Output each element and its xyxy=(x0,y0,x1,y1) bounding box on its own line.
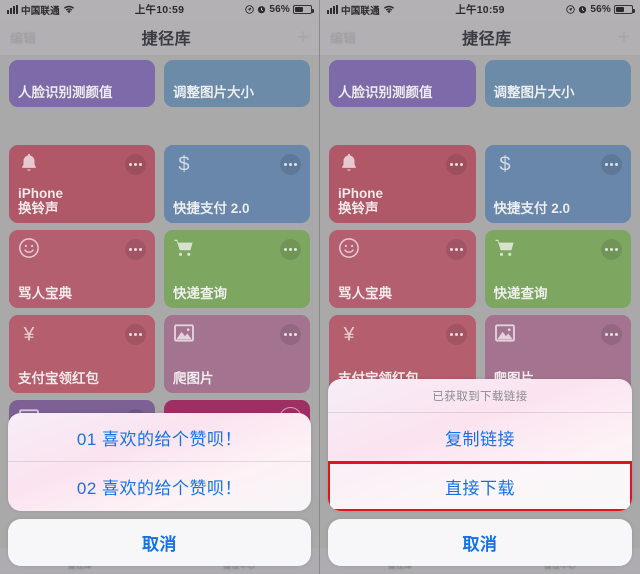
shortcut-card-title: iPhone 换铃声 xyxy=(338,185,384,216)
shortcut-card[interactable]: $ 快捷支付 2.0 xyxy=(484,145,631,223)
card-more-options-icon[interactable] xyxy=(601,239,622,260)
shortcut-card-title: 爬图片 xyxy=(173,370,214,386)
bell-icon xyxy=(18,152,40,174)
yen-icon: ¥ xyxy=(18,322,40,344)
svg-text:$: $ xyxy=(178,153,189,174)
option-label: 01 喜欢的给个赞呗！ xyxy=(76,429,243,449)
nav-bar-right: 编辑 捷径库 + xyxy=(320,19,640,55)
shortcut-card[interactable]: $ 快捷支付 2.0 xyxy=(164,145,310,223)
shortcut-card[interactable]: 调整图片大小 xyxy=(484,60,631,107)
action-sheet-right: 已获取到下载链接 复制链接 直接下载 取消 xyxy=(320,379,640,574)
option-label: 复制链接 xyxy=(445,429,515,449)
dollar-icon: $ xyxy=(173,152,195,174)
shortcut-card-title: 骂人宝典 xyxy=(338,285,392,301)
status-bar-right: 中国联通 上午10:59 56% xyxy=(320,0,640,19)
shortcut-card-title: 支付宝领红包 xyxy=(18,370,99,386)
shortcut-card-title: 调整图片大小 xyxy=(173,84,254,100)
action-sheet-option-copy-link[interactable]: 复制链接 xyxy=(328,413,632,462)
card-more-options-icon[interactable] xyxy=(125,239,146,260)
edit-button[interactable]: 编辑 xyxy=(330,28,356,47)
right-phone-screen: 中国联通 上午10:59 56% 编辑 捷径库 + 人脸识别测颜值 调整图片大小… xyxy=(320,0,640,574)
shortcut-card-title: 快递查询 xyxy=(493,285,548,301)
option-label: 直接下载 xyxy=(445,479,515,498)
battery-icon xyxy=(293,5,314,14)
add-shortcut-icon[interactable]: + xyxy=(297,27,309,48)
svg-text:$: $ xyxy=(499,153,510,174)
page-title: 捷径库 xyxy=(141,31,192,48)
svg-text:¥: ¥ xyxy=(23,324,35,344)
shortcut-card[interactable]: 快递查询 xyxy=(164,230,310,308)
battery-percent-label: 56% xyxy=(269,4,290,15)
cancel-button[interactable]: 取消 xyxy=(8,519,311,566)
battery-percent-label: 56% xyxy=(590,4,611,15)
location-icon xyxy=(566,5,576,14)
card-more-options-icon[interactable] xyxy=(280,324,301,345)
status-bar-left: 中国联通 上午10:59 56% xyxy=(0,0,319,19)
shortcut-card[interactable]: 骂人宝典 xyxy=(329,230,476,308)
card-more-options-icon[interactable] xyxy=(601,324,622,345)
shortcut-card-title: 快捷支付 2.0 xyxy=(173,200,250,216)
smiley-icon xyxy=(18,237,40,259)
alarm-icon xyxy=(257,5,266,14)
shortcut-card[interactable]: ¥ 支付宝领红包 xyxy=(9,315,155,393)
card-more-options-icon[interactable] xyxy=(445,239,467,260)
shortcut-card[interactable]: 快递查询 xyxy=(484,230,631,308)
nav-bar-left: 编辑 捷径库 + xyxy=(0,19,319,55)
option-label: 02 喜欢的给个赞呗！ xyxy=(76,479,243,498)
bell-icon xyxy=(338,152,360,174)
shortcut-card[interactable]: 人脸识别测颜值 xyxy=(9,60,155,107)
location-icon xyxy=(245,5,255,14)
status-bar-right-group: 56% xyxy=(566,4,635,15)
card-more-options-icon[interactable] xyxy=(280,239,301,260)
dollar-icon: $ xyxy=(494,152,516,174)
card-more-options-icon[interactable] xyxy=(445,324,467,345)
shortcut-card-title: 人脸识别测颜值 xyxy=(18,84,113,100)
action-sheet-options-group: 01 喜欢的给个赞呗！ 02 喜欢的给个赞呗！ xyxy=(8,413,311,511)
cart-icon xyxy=(173,237,195,259)
photo-icon xyxy=(494,322,516,344)
alarm-icon xyxy=(578,5,587,14)
page-title: 捷径库 xyxy=(462,31,512,48)
dual-screenshot-comparison: 中国联通 上午10:59 56% 编辑 捷径库 + 人脸识别测颜值 调整图片大小… xyxy=(0,0,640,574)
shortcut-card-title: iPhone 换铃声 xyxy=(18,185,64,216)
status-bar-right-group: 56% xyxy=(245,4,314,15)
card-more-options-icon[interactable] xyxy=(125,154,146,175)
photo-icon xyxy=(173,322,195,344)
action-sheet-title: 已获取到下载链接 xyxy=(328,379,632,413)
action-sheet-options-group: 已获取到下载链接 复制链接 直接下载 xyxy=(328,379,632,511)
shortcut-card[interactable]: iPhone 换铃声 xyxy=(329,145,476,223)
cart-icon xyxy=(494,237,516,259)
action-sheet-option-direct-download[interactable]: 直接下载 xyxy=(328,461,632,511)
yen-icon: ¥ xyxy=(338,322,360,344)
shortcut-card-title: 快递查询 xyxy=(173,285,227,301)
shortcut-card[interactable]: 爬图片 xyxy=(164,315,310,393)
card-more-options-icon[interactable] xyxy=(445,154,467,175)
shortcut-card[interactable]: iPhone 换铃声 xyxy=(9,145,155,223)
shortcut-card[interactable]: 调整图片大小 xyxy=(164,60,310,107)
edit-button[interactable]: 编辑 xyxy=(10,28,36,47)
shortcut-card[interactable]: 骂人宝典 xyxy=(9,230,155,308)
shortcut-card-title: 人脸识别测颜值 xyxy=(338,84,433,100)
shortcut-card-title: 快捷支付 2.0 xyxy=(493,200,571,216)
battery-icon xyxy=(614,5,635,14)
action-sheet-option-02[interactable]: 02 喜欢的给个赞呗！ xyxy=(8,462,311,511)
add-shortcut-icon[interactable]: + xyxy=(618,27,630,48)
svg-text:¥: ¥ xyxy=(343,324,355,344)
smiley-icon xyxy=(338,237,360,259)
card-more-options-icon[interactable] xyxy=(280,154,301,175)
shortcut-card-title: 骂人宝典 xyxy=(18,285,72,301)
action-sheet-option-01[interactable]: 01 喜欢的给个赞呗！ xyxy=(8,413,311,462)
shortcut-card[interactable]: 人脸识别测颜值 xyxy=(329,60,476,107)
shortcut-card-title: 调整图片大小 xyxy=(493,84,575,100)
card-more-options-icon[interactable] xyxy=(125,324,146,345)
cancel-button[interactable]: 取消 xyxy=(328,519,632,566)
left-phone-screen: 中国联通 上午10:59 56% 编辑 捷径库 + 人脸识别测颜值 调整图片大小… xyxy=(0,0,320,574)
action-sheet-left: 01 喜欢的给个赞呗！ 02 喜欢的给个赞呗！ 取消 xyxy=(0,413,319,574)
card-more-options-icon[interactable] xyxy=(601,154,622,175)
